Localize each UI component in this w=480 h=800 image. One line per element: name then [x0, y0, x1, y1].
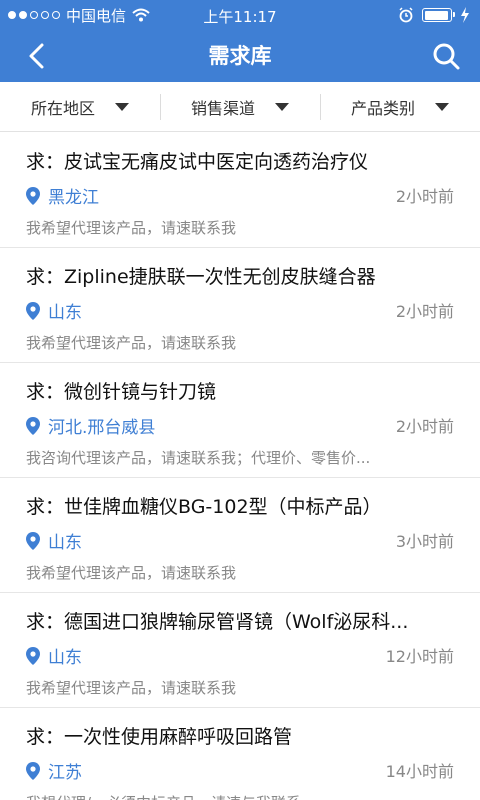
filter-region[interactable]: 所在地区: [0, 82, 160, 131]
item-location: 山东: [26, 528, 82, 553]
item-location: 河北.邢台威县: [26, 413, 155, 438]
status-right: [398, 0, 470, 30]
map-pin-icon: [26, 761, 40, 780]
location-text: 黑龙江: [48, 188, 99, 208]
filter-sales-channel[interactable]: 销售渠道: [160, 82, 320, 131]
location-text: 山东: [48, 303, 82, 323]
item-title: 求：Zipline捷肤联一次性无创皮肤缝合器: [26, 266, 376, 288]
item-location: 山东: [26, 298, 82, 323]
list-item[interactable]: 求：一次性使用麻醉呼吸回路管 江苏 14小时前 我想代理/，必须中标产品，请速与…: [0, 708, 480, 800]
item-desc: 我咨询代理该产品，请速联系我；代理价、零售价...: [26, 449, 371, 467]
triangle-down-icon: [115, 102, 129, 111]
list-item[interactable]: 求：皮试宝无痛皮试中医定向透药治疗仪 黑龙江 2小时前 我希望代理该产品，请速联…: [0, 133, 480, 248]
location-text: 江苏: [48, 763, 82, 783]
location-text: 河北.邢台威县: [48, 418, 156, 438]
map-pin-icon: [26, 646, 40, 665]
item-time: 12小时前: [385, 647, 454, 666]
item-desc: 我希望代理该产品，请速联系我: [26, 334, 237, 352]
item-time: 3小时前: [395, 532, 454, 551]
item-desc: 我希望代理该产品，请速联系我: [26, 679, 237, 697]
triangle-down-icon: [435, 102, 449, 111]
filter-label: 所在地区: [30, 98, 95, 118]
triangle-down-icon: [275, 102, 289, 111]
item-time: 2小时前: [395, 417, 454, 436]
location-text: 山东: [48, 533, 82, 553]
page-title: 需求库: [208, 44, 272, 68]
search-icon[interactable]: [430, 40, 462, 72]
item-desc: 我想代理/，必须中标产品，请速与我联系: [26, 792, 454, 800]
item-desc: 我希望代理该产品，请速联系我: [26, 219, 237, 237]
item-title: 求：世佳牌血糖仪BG-102型（中标产品）: [26, 496, 382, 518]
map-pin-icon: [26, 531, 40, 550]
nav-bar: 需求库: [0, 30, 480, 82]
item-desc: 我希望代理该产品，请速联系我: [26, 564, 237, 582]
demand-list: 求：皮试宝无痛皮试中医定向透药治疗仪 黑龙江 2小时前 我希望代理该产品，请速联…: [0, 133, 480, 800]
battery-icon: [422, 8, 455, 22]
status-bar: 中国电信 上午11:17: [0, 0, 480, 30]
alarm-icon: [399, 7, 413, 23]
list-item[interactable]: 求：微创针镜与针刀镜 河北.邢台威县 2小时前 我咨询代理该产品，请速联系我；代…: [0, 363, 480, 478]
item-location: 江苏: [26, 758, 82, 783]
item-time: 2小时前: [395, 187, 454, 206]
map-pin-icon: [26, 416, 40, 435]
item-location: 山东: [26, 643, 82, 668]
location-text: 山东: [48, 648, 82, 668]
item-title: 求：德国进口狼牌输尿管肾镜（Wolf泌尿科...: [26, 611, 409, 633]
item-time: 14小时前: [385, 762, 454, 781]
item-title: 求：皮试宝无痛皮试中医定向透药治疗仪: [26, 151, 369, 173]
map-pin-icon: [26, 186, 40, 205]
list-item[interactable]: 求：Zipline捷肤联一次性无创皮肤缝合器 山东 2小时前 我希望代理该产品，…: [0, 248, 480, 363]
filter-label: 产品类别: [350, 98, 415, 118]
filter-product-category[interactable]: 产品类别: [320, 82, 480, 131]
list-item[interactable]: 求：世佳牌血糖仪BG-102型（中标产品） 山东 3小时前 我希望代理该产品，请…: [0, 478, 480, 593]
item-title: 求：一次性使用麻醉呼吸回路管: [26, 726, 293, 748]
item-time: 2小时前: [395, 302, 454, 321]
charging-icon: [461, 7, 469, 23]
filter-label: 销售渠道: [190, 98, 255, 118]
list-item[interactable]: 求：德国进口狼牌输尿管肾镜（Wolf泌尿科... 山东 12小时前 我希望代理该…: [0, 593, 480, 708]
map-pin-icon: [26, 301, 40, 320]
filter-bar: 所在地区 销售渠道 产品类别: [0, 82, 480, 132]
item-title: 求：微创针镜与针刀镜: [26, 381, 217, 403]
item-location: 黑龙江: [26, 183, 99, 208]
